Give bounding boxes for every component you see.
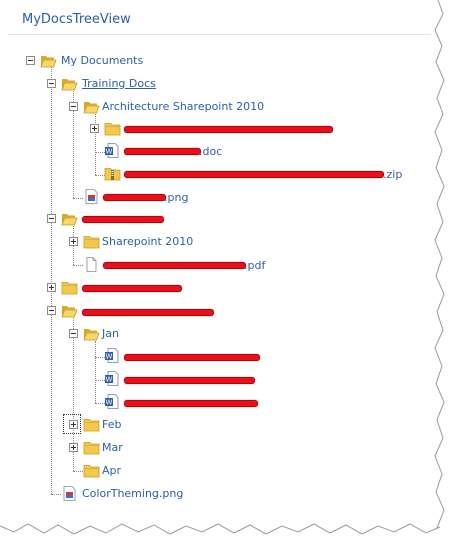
folder-icon — [83, 463, 100, 478]
folder-open-icon — [83, 326, 100, 341]
redaction-mark — [124, 400, 258, 407]
expand-toggle[interactable] — [69, 420, 78, 429]
redaction-mark — [124, 126, 333, 133]
svg-text:W: W — [106, 399, 113, 407]
tree-line — [51, 494, 61, 495]
node-label-pdf[interactable]: .pdf — [244, 259, 265, 273]
torn-edge-right — [432, 0, 458, 551]
image-file-icon — [83, 189, 100, 204]
node-label-doc[interactable]: .doc — [199, 145, 222, 159]
redaction-mark — [124, 148, 201, 155]
svg-text:W: W — [106, 376, 113, 384]
word-document-icon: W — [104, 394, 121, 409]
node-label-apr[interactable]: Apr — [102, 464, 121, 478]
word-document-icon: W — [104, 348, 121, 363]
folder-icon — [83, 417, 100, 432]
tree-line — [95, 341, 96, 403]
expand-toggle[interactable] — [69, 443, 78, 452]
redaction-mark — [82, 309, 214, 316]
expand-toggle[interactable] — [69, 237, 78, 246]
node-label-architecture-sharepoint-2010[interactable]: Architecture Sharepoint 2010 — [102, 100, 264, 114]
tree-line — [73, 471, 83, 472]
folder-open-icon — [61, 211, 78, 226]
svg-text:W: W — [106, 148, 113, 156]
folder-icon — [104, 121, 121, 136]
document-tree: My Documents Training Docs Architecture … — [0, 0, 448, 536]
node-label-zip[interactable]: .zip — [383, 168, 402, 182]
node-label-mar[interactable]: Mar — [102, 441, 123, 455]
folder-open-icon — [83, 99, 100, 114]
zip-archive-icon — [104, 166, 121, 181]
tree-line — [73, 265, 83, 266]
redaction-mark — [82, 285, 182, 292]
folder-open-icon — [61, 303, 78, 318]
tree-line — [95, 112, 96, 175]
node-label-sharepoint-2010[interactable]: Sharepoint 2010 — [102, 235, 193, 249]
collapse-toggle[interactable] — [69, 329, 78, 338]
redaction-mark — [124, 171, 384, 178]
collapse-toggle[interactable] — [69, 102, 78, 111]
folder-open-icon — [61, 76, 78, 91]
tree-line — [51, 66, 52, 494]
collapse-toggle[interactable] — [47, 79, 56, 88]
redaction-mark — [124, 377, 255, 384]
redaction-mark — [124, 354, 260, 361]
expand-toggle[interactable] — [47, 283, 56, 292]
word-document-icon: W — [104, 371, 121, 386]
folder-icon — [83, 234, 100, 249]
node-label-training-docs[interactable]: Training Docs — [82, 77, 156, 91]
collapse-toggle[interactable] — [26, 56, 35, 65]
node-label-jan[interactable]: Jan — [102, 327, 119, 341]
tree-line — [73, 198, 83, 199]
redaction-mark — [103, 262, 246, 269]
image-file-icon — [61, 486, 78, 501]
folder-open-icon — [40, 53, 57, 68]
blank-file-icon — [83, 257, 100, 272]
node-label-my-documents[interactable]: My Documents — [61, 54, 143, 68]
expand-toggle[interactable] — [90, 124, 99, 133]
folder-icon — [61, 280, 78, 295]
node-label-feb[interactable]: Feb — [102, 418, 121, 432]
folder-icon — [83, 440, 100, 455]
word-document-icon: W — [104, 143, 121, 158]
redaction-mark — [82, 216, 164, 223]
node-label-colortheming[interactable]: ColorTheming.png — [82, 487, 183, 501]
torn-edge-bottom — [0, 523, 458, 551]
collapse-toggle[interactable] — [47, 214, 56, 223]
node-label-png[interactable]: .png — [164, 191, 188, 205]
svg-text:W: W — [106, 353, 113, 361]
collapse-toggle[interactable] — [47, 306, 56, 315]
redaction-mark — [103, 194, 166, 201]
